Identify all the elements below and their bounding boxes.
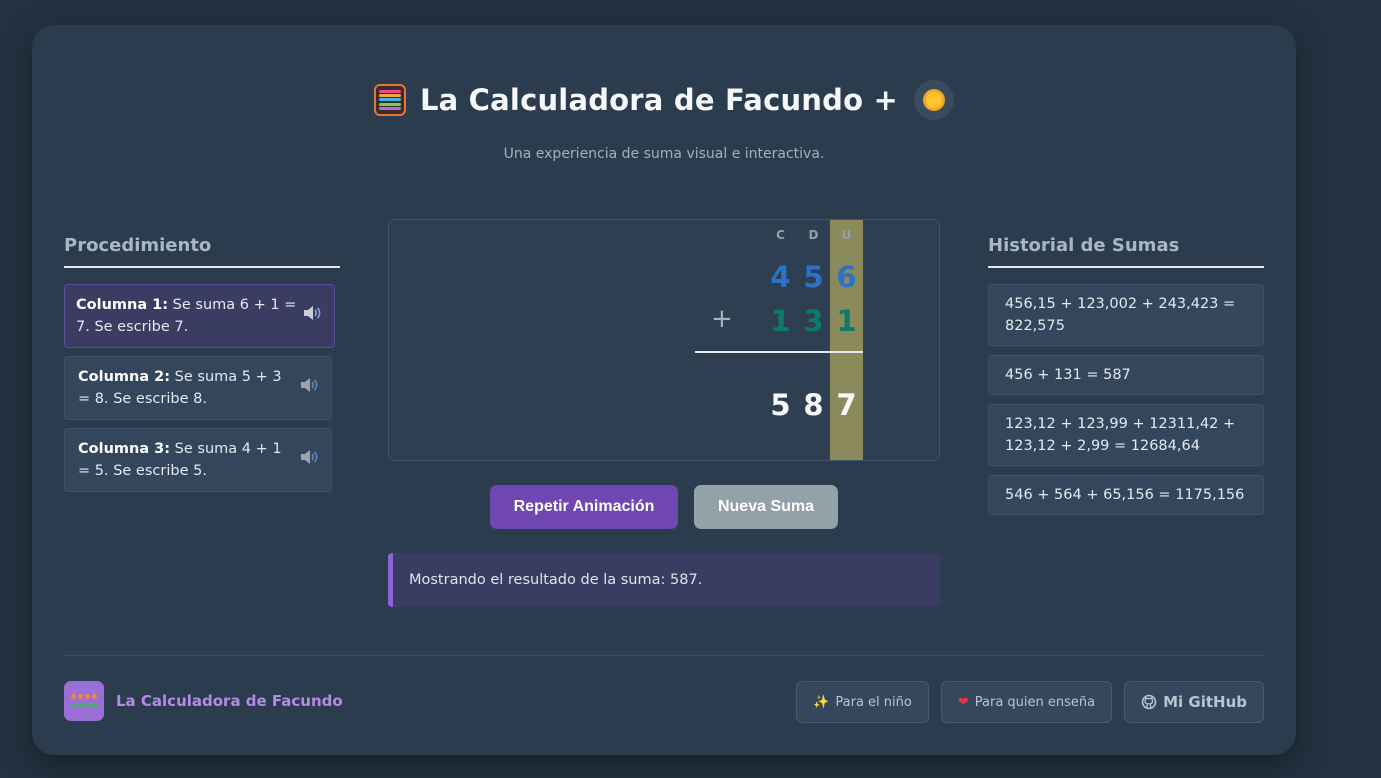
brand-name: La Calculadora de Facundo [116,692,343,710]
history-panel: Historial de Sumas 456,15 + 123,002 + 24… [988,235,1264,524]
new-sum-button[interactable]: Nueva Suma [694,485,838,529]
speaker-icon[interactable] [302,305,322,321]
sun-icon [926,92,943,108]
header: La Calculadora de Facundo + Una experien… [32,80,1296,162]
page-subtitle: Una experiencia de suma visual e interac… [503,146,825,162]
status-message: Mostrando el resultado de la suma: 587. [388,553,940,607]
operand1-digit-d: 5 [803,260,824,294]
procedure-step-2[interactable]: Columna 2: Se suma 5 + 3 = 8. Se escribe… [64,356,332,420]
procedure-step-3[interactable]: Columna 3: Se suma 4 + 1 = 5. Se escribe… [64,428,332,492]
history-item[interactable]: 456,15 + 123,002 + 243,423 = 822,575 [988,284,1264,346]
speaker-icon[interactable] [299,449,319,465]
footer-divider [64,655,1264,656]
speaker-icon[interactable] [299,377,319,393]
github-icon [1141,694,1157,710]
operand2-digit-d: 3 [803,304,824,338]
step-label: Columna 2: [78,369,171,385]
operand1-digit-c: 4 [770,260,791,294]
page-title: La Calculadora de Facundo + [419,83,899,117]
footer-links: ✨ Para el niño ❤ Para quien enseña Mi Gi… [796,681,1264,723]
history-title: Historial de Sumas [988,235,1264,268]
link-label: Para quien enseña [974,694,1096,710]
result-digit-c: 5 [770,388,791,422]
sparkles-icon: ✨ [813,694,830,710]
link-label: Para el niño [835,694,912,710]
history-item[interactable]: 456 + 131 = 587 [988,355,1264,395]
para-el-nino-link[interactable]: ✨ Para el niño [796,681,929,723]
procedure-steps: Columna 1: Se suma 6 + 1 = 7. Se escribe… [64,284,340,492]
history-item[interactable]: 546 + 564 + 65,156 = 1175,156 [988,475,1264,515]
procedure-title: Procedimiento [64,235,340,268]
theme-toggle-button[interactable] [914,80,955,120]
step-label: Columna 3: [78,441,171,457]
result-digit-d: 8 [803,388,824,422]
repeat-animation-button[interactable]: Repetir Animación [490,485,678,529]
history-item[interactable]: 123,12 + 123,99 + 12311,42 + 123,12 + 2,… [988,404,1264,466]
column-label-u: U [841,228,852,242]
para-quien-ensena-link[interactable]: ❤ Para quien enseña [940,681,1113,723]
brand-logo-icon [64,681,104,721]
footer-brand: La Calculadora de Facundo [64,681,343,721]
procedure-step-1[interactable]: Columna 1: Se suma 6 + 1 = 7. Se escribe… [64,284,335,348]
operand2-digit-u: 1 [836,304,857,338]
history-list: 456,15 + 123,002 + 243,423 = 822,575 456… [988,284,1264,515]
heart-icon: ❤ [957,694,969,710]
result-digit-u: 7 [836,388,857,422]
operand2-digit-c: 1 [770,304,791,338]
step-label: Columna 1: [76,297,169,313]
column-label-c: C [776,228,785,242]
title-row: La Calculadora de Facundo + [32,80,1296,120]
link-label: Mi GitHub [1163,693,1247,711]
abacus-icon [373,84,406,116]
procedure-panel: Procedimiento Columna 1: Se suma 6 + 1 =… [64,235,340,500]
column-label-d: D [808,228,819,242]
sum-line [695,351,863,353]
main-card: La Calculadora de Facundo + Una experien… [32,25,1296,755]
addition-board: C D U 4 5 6 + 1 3 1 5 8 7 [388,219,940,461]
action-buttons: Repetir Animación Nueva Suma [490,485,838,529]
operator-sign: + [711,304,733,334]
github-link[interactable]: Mi GitHub [1124,681,1264,723]
highlighted-column [830,220,863,460]
operand1-digit-u: 6 [836,260,857,294]
